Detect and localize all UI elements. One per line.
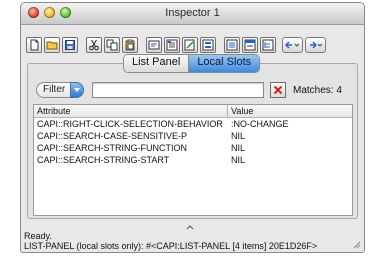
copy-button[interactable] <box>104 37 120 53</box>
forward-arrow-icon <box>310 41 317 49</box>
inspect-slot-button[interactable] <box>146 37 162 53</box>
attribute-cell: CAPI::RIGHT-CLICK-SELECTION-BEHAVIOR <box>37 119 223 129</box>
table-row[interactable]: CAPI::RIGHT-CLICK-SELECTION-BEHAVIOR :NO… <box>34 118 352 130</box>
save-button[interactable] <box>62 37 78 53</box>
filter-dropdown-label: Filter <box>43 84 66 95</box>
tab-local-slots[interactable]: Local Slots <box>188 55 260 72</box>
list-panel-button[interactable] <box>224 37 240 53</box>
browse-class-button[interactable] <box>164 37 180 53</box>
save-icon <box>65 40 75 50</box>
inspector-window: Inspector 1 List Panel Local Slots Filte… <box>20 2 365 253</box>
window-title: Inspector 1 <box>165 7 220 19</box>
history-navigation <box>282 37 328 53</box>
status-message: Ready. <box>24 231 52 241</box>
inspect-slot-icon <box>148 40 160 50</box>
resize-grip-icon[interactable] <box>352 240 361 249</box>
attribute-cell: CAPI::SEARCH-STRING-FUNCTION <box>37 143 188 153</box>
open-button[interactable] <box>44 37 60 53</box>
value-cell: NIL <box>231 155 246 165</box>
value-cell: :NO-CHANGE <box>231 119 289 129</box>
filter-dropdown[interactable]: Filter <box>36 82 84 98</box>
new-document-button[interactable] <box>26 37 42 53</box>
splitter-handle-icon[interactable] <box>185 224 195 230</box>
back-button[interactable] <box>282 37 303 53</box>
status-description: LIST-PANEL (local slots only): #<CAPI:LI… <box>24 241 318 251</box>
table-row[interactable]: CAPI::SEARCH-STRING-START NIL <box>34 154 352 166</box>
interface-builder-button[interactable] <box>242 37 258 53</box>
browse-class-icon <box>166 39 178 51</box>
dropdown-arrow-icon <box>70 82 84 98</box>
cut-icon <box>89 39 99 51</box>
tab-content-panel: Filter Matches: 4 Attribute Value CAPI::… <box>27 63 358 219</box>
filter-input[interactable] <box>92 82 264 98</box>
new-document-icon <box>30 39 39 51</box>
list-panel-icon <box>226 39 238 51</box>
browse-generic-button[interactable] <box>200 37 216 53</box>
title-bar[interactable]: Inspector 1 <box>21 3 364 25</box>
paste-button[interactable] <box>122 37 138 53</box>
attribute-cell: CAPI::SEARCH-CASE-SENSITIVE-P <box>37 131 188 141</box>
value-cell: NIL <box>231 131 246 141</box>
back-arrow-icon <box>285 41 292 49</box>
chevron-down-icon <box>294 43 300 47</box>
tree-button[interactable] <box>260 37 276 53</box>
table-row[interactable]: CAPI::SEARCH-CASE-SENSITIVE-P NIL <box>34 130 352 142</box>
tab-list-panel[interactable]: List Panel <box>124 55 189 72</box>
column-header-attribute[interactable]: Attribute <box>34 105 228 117</box>
tab-bar: List Panel Local Slots <box>123 54 261 73</box>
interface-builder-icon <box>244 39 256 51</box>
value-cell: NIL <box>231 143 246 153</box>
close-icon <box>273 85 283 95</box>
matches-count: Matches: 4 <box>293 85 342 96</box>
table-header: Attribute Value <box>34 105 352 118</box>
attribute-cell: CAPI::SEARCH-STRING-START <box>37 155 170 165</box>
chevron-down-icon <box>317 43 323 47</box>
edit-definition-icon <box>184 39 195 51</box>
edit-definition-button[interactable] <box>182 37 198 53</box>
filter-row: Filter Matches: 4 <box>34 82 352 100</box>
copy-icon <box>106 39 118 51</box>
open-folder-icon <box>46 41 58 50</box>
cut-button[interactable] <box>86 37 102 53</box>
table-row[interactable]: CAPI::SEARCH-STRING-FUNCTION NIL <box>34 142 352 154</box>
tree-icon <box>262 39 274 51</box>
column-header-value[interactable]: Value <box>228 105 352 117</box>
status-area: Ready. LIST-PANEL (local slots only): #<… <box>21 231 364 252</box>
slots-table: Attribute Value CAPI::RIGHT-CLICK-SELECT… <box>33 104 353 216</box>
clear-filter-button[interactable] <box>270 82 286 98</box>
paste-icon <box>125 39 135 51</box>
forward-button[interactable] <box>305 37 326 53</box>
browse-generic-icon <box>202 39 214 51</box>
